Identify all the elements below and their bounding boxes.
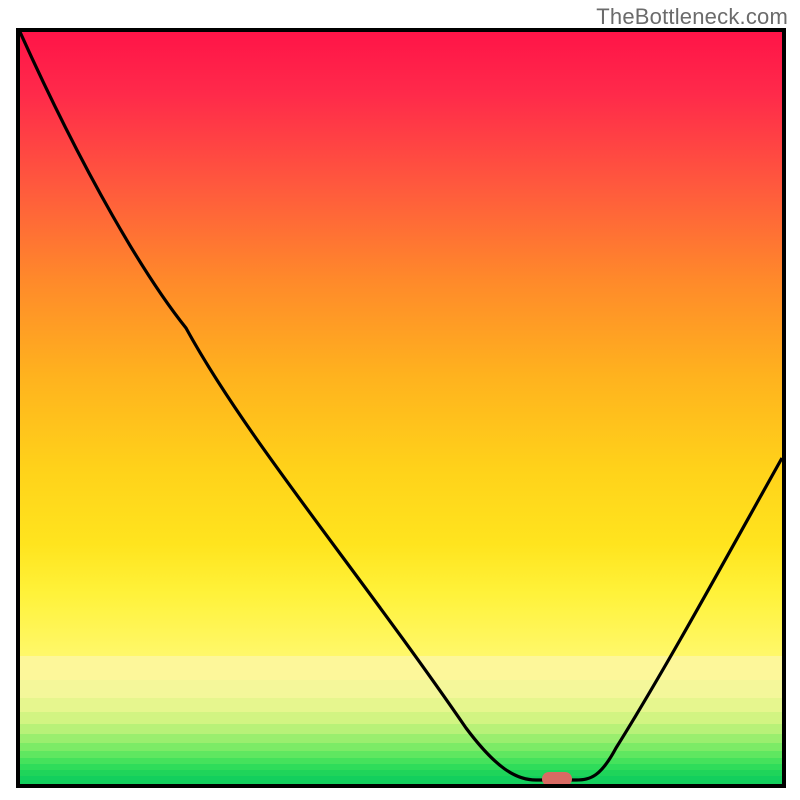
bottleneck-chart xyxy=(16,28,786,788)
optimal-marker xyxy=(542,772,572,786)
watermark-text: TheBottleneck.com xyxy=(596,4,788,30)
